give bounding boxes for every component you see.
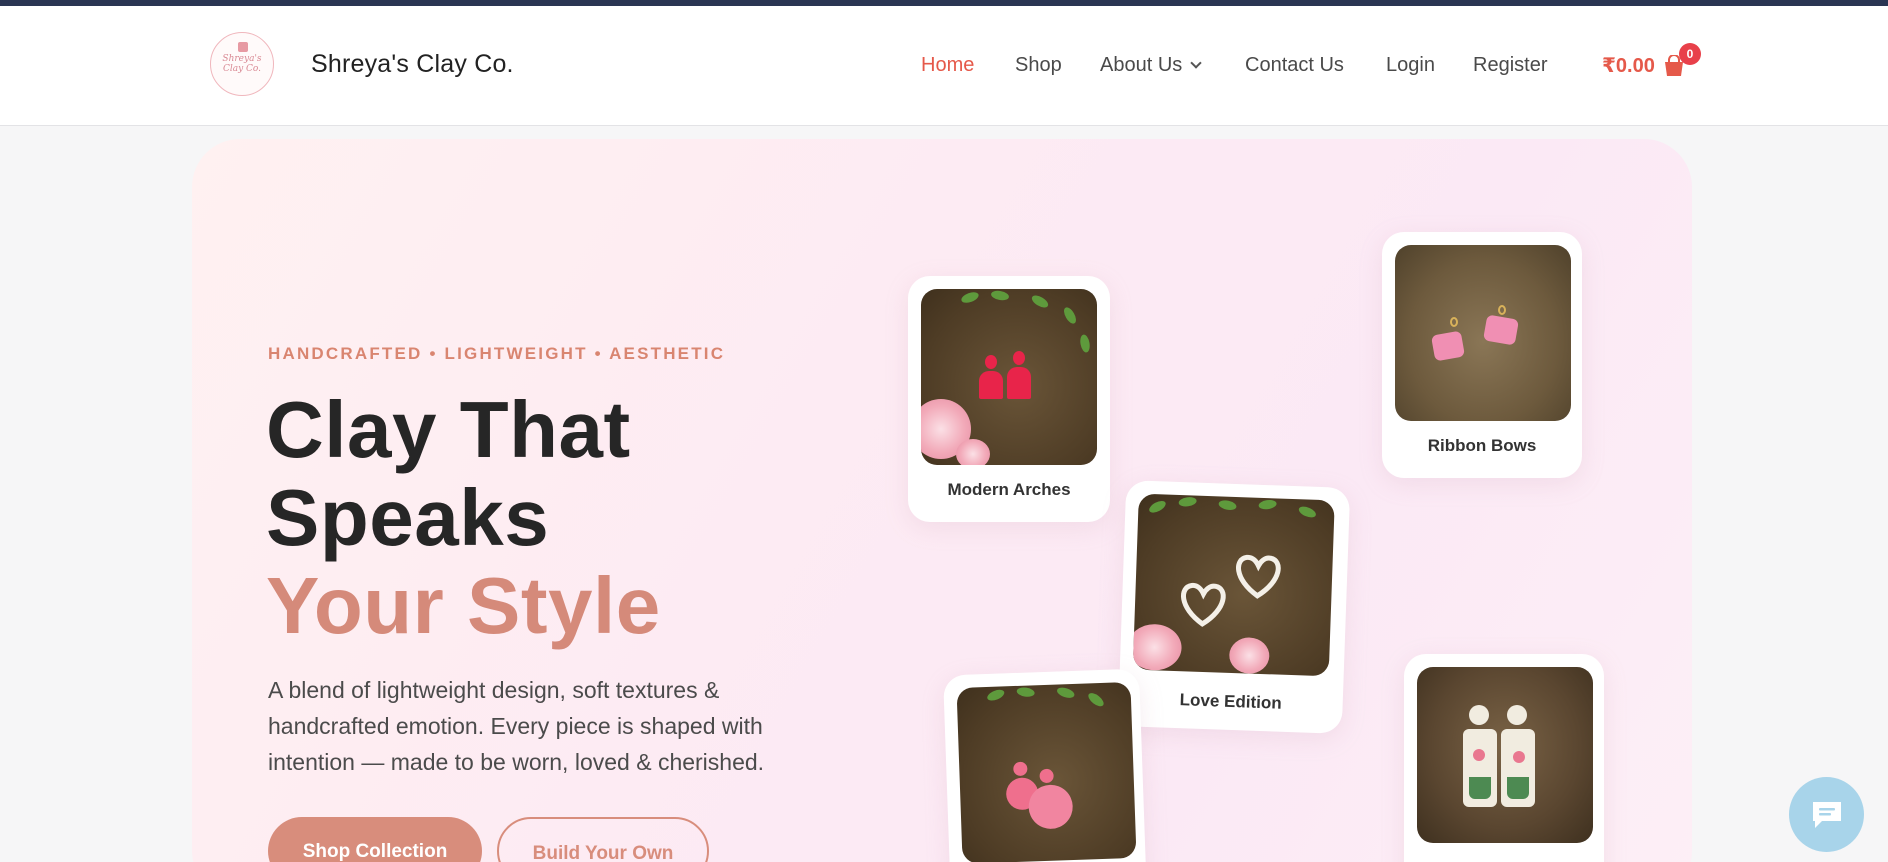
headline-line-2: Speaks (266, 473, 550, 562)
nav-contact-us[interactable]: Contact Us (1245, 54, 1344, 77)
product-name: Love Edition (1179, 690, 1283, 713)
chat-button[interactable] (1789, 777, 1864, 852)
hero-headline: Clay That Speaks Your Style (266, 386, 661, 650)
product-card-modern-arches[interactable]: Modern Arches (908, 276, 1110, 522)
nav-shop[interactable]: Shop (1015, 54, 1062, 77)
product-image (1395, 245, 1571, 421)
main-nav: Home Shop About Us Contact Us Login Regi… (0, 0, 1888, 120)
headline-accent: Your Style (266, 561, 661, 650)
product-card-pink-rounds[interactable] (943, 668, 1147, 862)
hero-description: A blend of lightweight design, soft text… (268, 677, 765, 775)
nav-about-us-label: About Us (1100, 54, 1183, 76)
product-card-tulip-drops[interactable] (1404, 654, 1604, 862)
shop-collection-button[interactable]: Shop Collection (268, 817, 482, 862)
product-image (921, 289, 1097, 465)
chevron-down-icon (1190, 57, 1202, 69)
chat-icon (1812, 801, 1841, 828)
product-card-ribbon-bows[interactable]: Ribbon Bows (1382, 232, 1582, 478)
product-image (1132, 493, 1335, 677)
cart-total[interactable]: ₹0.00 (1602, 53, 1655, 78)
product-image (1417, 667, 1593, 843)
product-name: Ribbon Bows (1427, 436, 1537, 455)
nav-about-us[interactable]: About Us (1100, 54, 1202, 77)
product-card-love-edition[interactable]: Love Edition (1117, 480, 1351, 734)
hero-tagline: HANDCRAFTED • LIGHTWEIGHT • AESTHETIC (268, 344, 726, 363)
headline-line-1: Clay That (266, 385, 631, 474)
product-name: Modern Arches (947, 480, 1071, 499)
nav-register[interactable]: Register (1473, 54, 1547, 77)
build-your-own-button[interactable]: Build Your Own (497, 817, 709, 862)
nav-login[interactable]: Login (1386, 54, 1435, 77)
product-image (956, 681, 1137, 862)
cart-count-badge: 0 (1679, 43, 1701, 65)
nav-home[interactable]: Home (921, 54, 974, 77)
